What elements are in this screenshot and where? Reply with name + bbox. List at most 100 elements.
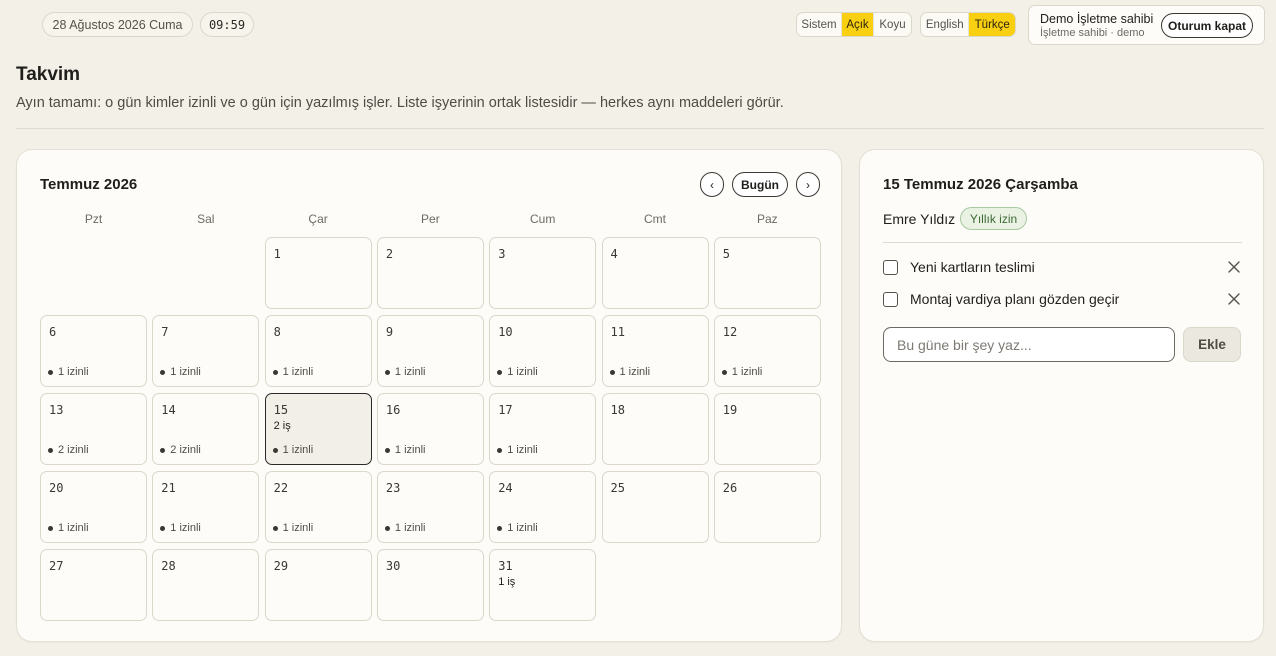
weekday-header: Pzt Sal Çar Per Cum Cmt Paz	[40, 212, 820, 228]
day-leave-indicator: 1 izinli	[272, 522, 314, 534]
today-button[interactable]: Bugün	[732, 172, 788, 197]
leave-dot-icon	[721, 369, 727, 375]
calendar-day-cell[interactable]: 3	[489, 237, 597, 309]
calendar-day-cell[interactable]: 19	[713, 393, 821, 465]
day-task-count: 2 iş	[273, 420, 291, 432]
day-number: 1	[273, 247, 281, 261]
calendar-day-cell[interactable]: 30	[376, 549, 484, 621]
calendar-day-cell[interactable]: 31 1 iş	[489, 549, 597, 621]
calendar-day-cell[interactable]: 8 1 izinli	[264, 315, 372, 387]
leave-dot-icon	[160, 447, 166, 453]
task-item: Montaj vardiya planı gözden geçir	[883, 290, 1243, 310]
user-name: Demo İşletme sahibi	[1040, 12, 1154, 26]
language-option-english[interactable]: English	[921, 13, 970, 36]
calendar-day-cell[interactable]: 26	[713, 471, 821, 543]
task-checkbox[interactable]	[883, 292, 898, 307]
leave-dot-icon	[272, 369, 278, 375]
day-leave-indicator: 1 izinli	[48, 366, 89, 378]
calendar-day-cell[interactable]: 29	[264, 549, 372, 621]
leave-dot-icon	[272, 447, 278, 453]
calendar-day-cell[interactable]: 21 1 izinli	[152, 471, 260, 543]
calendar-day-cell[interactable]: 9 1 izinli	[376, 315, 484, 387]
language-switcher: English Türkçe	[920, 12, 1016, 37]
day-number: 22	[273, 481, 289, 495]
calendar-day-cell[interactable]: 1	[264, 237, 372, 309]
leave-count-text: 1 izinli	[731, 366, 763, 378]
day-number: 28	[161, 559, 176, 573]
weekday-label: Cmt	[644, 212, 666, 226]
day-number: 24	[498, 481, 513, 495]
day-number: 5	[722, 247, 731, 261]
calendar-day-cell[interactable]: 5	[713, 237, 821, 309]
theme-option-system[interactable]: Sistem	[797, 13, 842, 36]
previous-month-button[interactable]: ‹	[700, 172, 724, 197]
header-divider	[16, 128, 1264, 129]
calendar-day-cell[interactable]: 13 2 izinli	[40, 393, 147, 465]
calendar-day-cell[interactable]: 11 1 izinli	[601, 315, 709, 387]
calendar-day-cell[interactable]: 23 1 izinli	[376, 471, 484, 543]
leave-dot-icon	[497, 525, 503, 531]
calendar-day-cell[interactable]: 4	[601, 237, 709, 309]
theme-option-dark[interactable]: Koyu	[874, 13, 911, 36]
day-number: 21	[161, 481, 176, 495]
calendar-day-cell[interactable]: 22 1 izinli	[264, 471, 372, 543]
leave-count-text: 1 izinli	[58, 522, 89, 534]
task-text: Yeni kartların teslimi	[910, 259, 1035, 275]
add-task-button[interactable]: Ekle	[1183, 327, 1241, 362]
calendar-day-cell[interactable]: 14 2 izinli	[152, 393, 260, 465]
next-month-button[interactable]: ›	[796, 172, 820, 197]
day-leave-indicator: 1 izinli	[721, 366, 763, 378]
calendar-empty-cell	[152, 237, 259, 309]
weekday-label: Paz	[756, 212, 778, 226]
day-number: 26	[722, 481, 738, 495]
calendar-month-label: Temmuz 2026	[40, 176, 138, 193]
calendar-day-cell[interactable]: 16 1 izinli	[376, 393, 484, 465]
calendar-day-cell[interactable]: 28	[152, 549, 260, 621]
leave-dot-icon	[609, 369, 615, 375]
language-option-turkish[interactable]: Türkçe	[969, 13, 1015, 36]
leave-dot-icon	[497, 369, 503, 375]
day-number: 23	[385, 481, 401, 495]
leave-dot-icon	[160, 525, 166, 531]
calendar-day-cell[interactable]: 10 1 izinli	[489, 315, 597, 387]
day-leave-indicator: 1 izinli	[272, 366, 313, 378]
day-leave-indicator: 1 izinli	[384, 366, 425, 378]
calendar-day-cell[interactable]: 27	[40, 549, 147, 621]
calendar-day-cell[interactable]: 6 1 izinli	[40, 315, 147, 387]
day-number: 9	[385, 325, 394, 339]
current-time: 09:59	[200, 12, 254, 37]
leave-count-text: 1 izinli	[58, 366, 89, 378]
calendar-day-cell[interactable]: 2	[376, 237, 484, 309]
leave-count-text: 2 izinli	[170, 444, 201, 456]
calendar-day-cell[interactable]: 18	[601, 393, 709, 465]
calendar-day-cell[interactable]: 7 1 izinli	[152, 315, 260, 387]
calendar-day-cell[interactable]: 24 1 izinli	[489, 471, 597, 543]
weekday-label: Pzt	[84, 212, 103, 226]
day-leave-indicator: 1 izinli	[48, 522, 89, 534]
leave-count-text: 1 izinli	[394, 522, 426, 534]
day-number: 7	[161, 325, 169, 339]
day-detail-panel: 15 Temmuz 2026 Çarşamba Emre Yıldız Yıll…	[859, 149, 1264, 642]
day-leave-indicator: 1 izinli	[609, 366, 650, 378]
weekday-label: Çar	[308, 212, 328, 226]
calendar-day-cell[interactable]: 12 1 izinli	[713, 315, 821, 387]
day-number: 16	[385, 403, 401, 417]
day-number: 27	[49, 559, 64, 573]
calendar-empty-cell	[40, 237, 147, 309]
calendar-day-cell[interactable]: 20 1 izinli	[40, 471, 147, 543]
leave-count-text: 1 izinli	[282, 522, 314, 534]
day-leave-indicator: 1 izinli	[497, 444, 538, 456]
calendar-panel: Temmuz 2026 ‹ Bugün › Pzt Sal Çar Per Cum Cmt…	[16, 149, 842, 642]
leave-count-text: 1 izinli	[394, 444, 426, 456]
new-task-input[interactable]	[883, 327, 1175, 362]
day-number: 25	[610, 481, 625, 495]
close-icon[interactable]	[1227, 260, 1241, 274]
day-number: 8	[273, 325, 281, 339]
theme-option-light[interactable]: Açık	[842, 13, 874, 36]
calendar-day-cell[interactable]: 25	[601, 471, 709, 543]
logout-button[interactable]: Oturum kapat	[1161, 13, 1253, 38]
calendar-day-cell[interactable]: 17 1 izinli	[489, 393, 597, 465]
task-checkbox[interactable]	[883, 260, 898, 275]
calendar-day-cell[interactable]: 15 2 iş 1 izinli	[264, 393, 372, 465]
close-icon[interactable]	[1227, 292, 1241, 306]
